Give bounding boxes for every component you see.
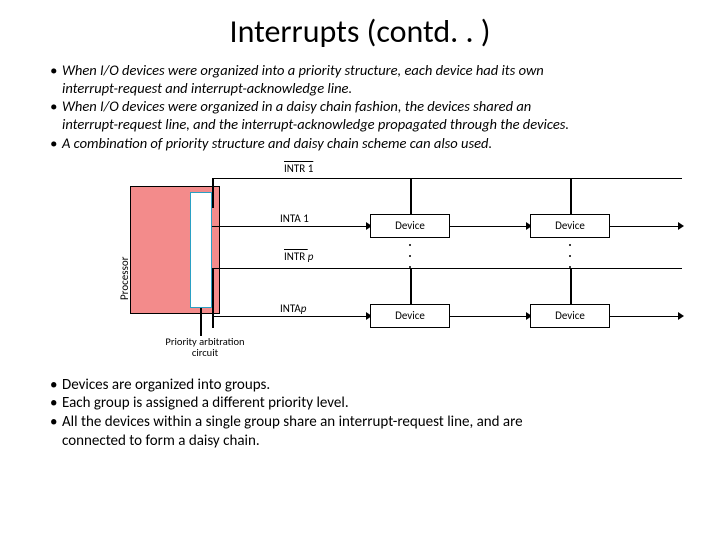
- arbitration-block: [190, 192, 212, 308]
- top-bullet-list: •When I/O devices were organized into a …: [0, 61, 720, 152]
- intap-line: [212, 316, 370, 318]
- device-box: Device: [530, 214, 610, 238]
- bullet-text: A combination of priority structure and …: [62, 134, 492, 152]
- bottom-bullet-list: •Devices are organized into groups. •Eac…: [0, 376, 720, 451]
- intrp-line: [212, 268, 682, 270]
- arbitration-label: Priority arbitration circuit: [150, 336, 260, 359]
- intr1-label: INTR 1: [284, 162, 313, 175]
- bullet-text: All the devices within a single group sh…: [62, 413, 523, 432]
- slide-title: Interrupts (contd. . ): [0, 0, 720, 61]
- daisy-line: [450, 226, 530, 228]
- bullet-text: When I/O devices were organized into a p…: [62, 61, 544, 79]
- bullet-text: Each group is assigned a different prior…: [62, 394, 349, 413]
- daisy-line: [450, 316, 530, 318]
- line: [570, 268, 572, 304]
- device-box: Device: [370, 214, 450, 238]
- bullet-text: connected to form a daisy chain.: [62, 432, 260, 451]
- line: [570, 178, 572, 214]
- arrow-right-icon: [678, 222, 684, 230]
- inta1-line: [212, 226, 370, 228]
- daisy-line: [610, 316, 682, 318]
- inta1-label: INTA 1: [280, 212, 309, 225]
- bullet-text: When I/O devices were organized in a dai…: [62, 97, 531, 115]
- arrow-right-icon: [678, 312, 684, 320]
- bullet-text: Devices are organized into groups.: [62, 376, 270, 395]
- ellipsis-icon: [407, 244, 413, 268]
- intr1-line: [212, 178, 682, 180]
- line: [212, 178, 214, 208]
- processor-label: Processor: [118, 256, 131, 300]
- bullet-text: interrupt-request and interrupt-acknowle…: [62, 79, 352, 97]
- ellipsis-icon: [567, 244, 573, 268]
- intrp-label: INTR p: [284, 250, 313, 263]
- line: [410, 268, 412, 304]
- interrupt-diagram: Processor INTR 1 INTA 1 Device Device IN…: [0, 158, 720, 368]
- line: [212, 268, 214, 298]
- line: [212, 298, 214, 328]
- line: [410, 178, 412, 214]
- bullet-text: interrupt-request line, and the interrup…: [62, 115, 569, 133]
- device-box: Device: [530, 304, 610, 328]
- intap-label: INTAp: [280, 302, 306, 315]
- line: [200, 308, 202, 336]
- daisy-line: [610, 226, 682, 228]
- device-box: Device: [370, 304, 450, 328]
